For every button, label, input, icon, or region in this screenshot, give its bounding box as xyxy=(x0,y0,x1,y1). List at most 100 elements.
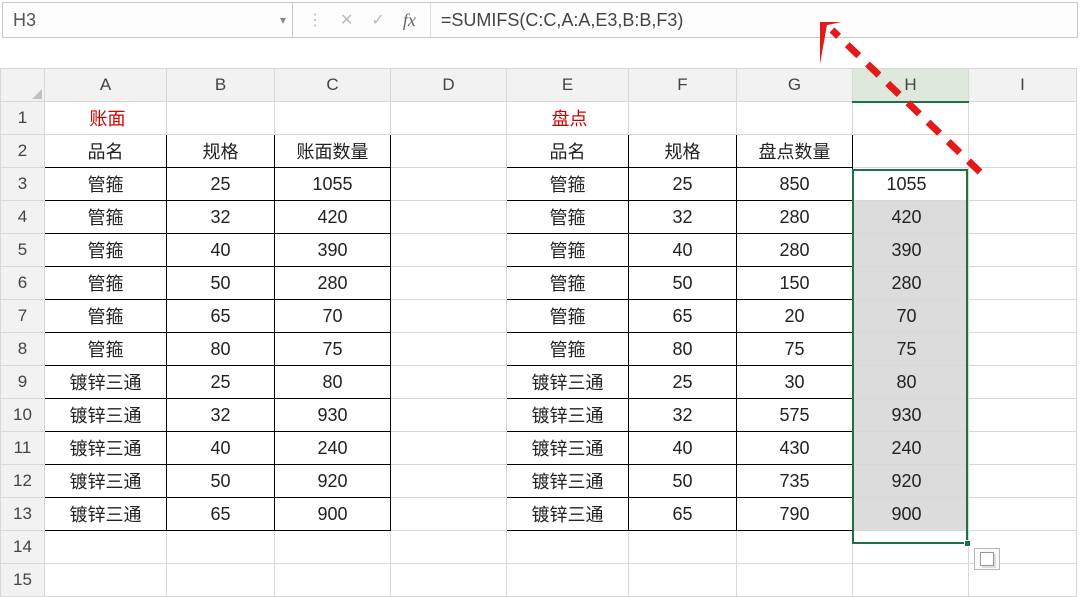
cell[interactable] xyxy=(391,135,507,168)
cell[interactable] xyxy=(969,234,1077,267)
col-header-G[interactable]: G xyxy=(737,69,853,102)
cell[interactable]: 管箍 xyxy=(45,168,167,201)
cell[interactable]: 25 xyxy=(629,168,737,201)
name-box[interactable]: H3 ▾ xyxy=(3,3,293,37)
expand-icon[interactable]: ⋮ xyxy=(307,10,322,30)
cell[interactable]: 80 xyxy=(275,366,391,399)
cell[interactable] xyxy=(391,498,507,531)
cell[interactable] xyxy=(969,300,1077,333)
result-cell[interactable]: 900 xyxy=(853,498,969,531)
spreadsheet-grid[interactable]: ABCDEFGHI1账面盘点2品名规格账面数量品名规格盘点数量3管箍251055… xyxy=(0,68,1080,597)
cell[interactable] xyxy=(391,564,507,597)
cell[interactable]: 75 xyxy=(737,333,853,366)
row-header-6[interactable]: 6 xyxy=(1,267,45,300)
cell[interactable] xyxy=(391,267,507,300)
result-cell[interactable]: 920 xyxy=(853,465,969,498)
cell[interactable] xyxy=(969,465,1077,498)
cell[interactable]: 管箍 xyxy=(45,300,167,333)
cell[interactable]: 420 xyxy=(275,201,391,234)
cell[interactable]: 430 xyxy=(737,432,853,465)
cell[interactable]: 50 xyxy=(167,465,275,498)
cell[interactable]: 管箍 xyxy=(507,234,629,267)
cell[interactable]: 40 xyxy=(167,432,275,465)
cell[interactable]: 50 xyxy=(629,267,737,300)
cell[interactable]: 管箍 xyxy=(45,234,167,267)
cell[interactable]: 1055 xyxy=(275,168,391,201)
cell[interactable]: 镀锌三通 xyxy=(507,498,629,531)
cell[interactable] xyxy=(969,498,1077,531)
cell[interactable]: 管箍 xyxy=(507,267,629,300)
cell[interactable] xyxy=(853,531,969,564)
cell[interactable] xyxy=(275,102,391,135)
cell[interactable] xyxy=(969,135,1077,168)
cell[interactable] xyxy=(737,531,853,564)
result-cell[interactable]: 390 xyxy=(853,234,969,267)
cell[interactable] xyxy=(969,201,1077,234)
row-header-12[interactable]: 12 xyxy=(1,465,45,498)
result-cell[interactable]: 80 xyxy=(853,366,969,399)
row-header-15[interactable]: 15 xyxy=(1,564,45,597)
cell[interactable]: 850 xyxy=(737,168,853,201)
row-header-13[interactable]: 13 xyxy=(1,498,45,531)
row-header-9[interactable]: 9 xyxy=(1,366,45,399)
cell[interactable]: 镀锌三通 xyxy=(507,465,629,498)
cell[interactable] xyxy=(167,102,275,135)
cell[interactable] xyxy=(391,234,507,267)
row-header-8[interactable]: 8 xyxy=(1,333,45,366)
cell[interactable]: 70 xyxy=(275,300,391,333)
cell[interactable]: 280 xyxy=(737,201,853,234)
cell[interactable] xyxy=(391,465,507,498)
result-cell[interactable]: 420 xyxy=(853,201,969,234)
cell[interactable] xyxy=(167,564,275,597)
cell[interactable] xyxy=(391,333,507,366)
cell[interactable]: 25 xyxy=(167,168,275,201)
row-header-10[interactable]: 10 xyxy=(1,399,45,432)
result-cell[interactable]: 280 xyxy=(853,267,969,300)
cell[interactable] xyxy=(969,432,1077,465)
cell[interactable] xyxy=(969,333,1077,366)
cell[interactable]: 65 xyxy=(167,498,275,531)
cell[interactable]: 镀锌三通 xyxy=(507,432,629,465)
cell[interactable] xyxy=(969,267,1077,300)
cell[interactable] xyxy=(275,531,391,564)
cell[interactable] xyxy=(629,564,737,597)
cell[interactable] xyxy=(853,564,969,597)
row-header-2[interactable]: 2 xyxy=(1,135,45,168)
result-cell[interactable]: 1055 xyxy=(853,168,969,201)
cell[interactable] xyxy=(629,531,737,564)
fx-icon[interactable]: fx xyxy=(403,10,416,31)
cell[interactable]: 390 xyxy=(275,234,391,267)
result-cell[interactable]: 70 xyxy=(853,300,969,333)
col-header-F[interactable]: F xyxy=(629,69,737,102)
cell[interactable] xyxy=(275,564,391,597)
cell[interactable] xyxy=(167,531,275,564)
row-header-3[interactable]: 3 xyxy=(1,168,45,201)
col-header-E[interactable]: E xyxy=(507,69,629,102)
cell[interactable] xyxy=(391,300,507,333)
cell[interactable] xyxy=(391,102,507,135)
cell[interactable]: 735 xyxy=(737,465,853,498)
cell[interactable]: 900 xyxy=(275,498,391,531)
cell[interactable]: 280 xyxy=(737,234,853,267)
cell[interactable]: 25 xyxy=(629,366,737,399)
cell[interactable] xyxy=(969,366,1077,399)
row-header-5[interactable]: 5 xyxy=(1,234,45,267)
cell[interactable]: 50 xyxy=(167,267,275,300)
cell[interactable]: 镀锌三通 xyxy=(45,432,167,465)
cancel-icon[interactable]: ✕ xyxy=(340,10,353,30)
cell[interactable] xyxy=(853,102,969,135)
row-header-7[interactable]: 7 xyxy=(1,300,45,333)
cell[interactable]: 管箍 xyxy=(507,201,629,234)
cell[interactable] xyxy=(507,531,629,564)
cell[interactable] xyxy=(969,168,1077,201)
cell[interactable] xyxy=(969,399,1077,432)
cell[interactable]: 930 xyxy=(275,399,391,432)
col-header-I[interactable]: I xyxy=(969,69,1077,102)
select-all-corner[interactable] xyxy=(1,69,45,102)
cell[interactable]: 20 xyxy=(737,300,853,333)
row-header-1[interactable]: 1 xyxy=(1,102,45,135)
cell[interactable]: 管箍 xyxy=(507,333,629,366)
chevron-down-icon[interactable]: ▾ xyxy=(280,13,286,27)
cell[interactable] xyxy=(391,399,507,432)
col-header-D[interactable]: D xyxy=(391,69,507,102)
